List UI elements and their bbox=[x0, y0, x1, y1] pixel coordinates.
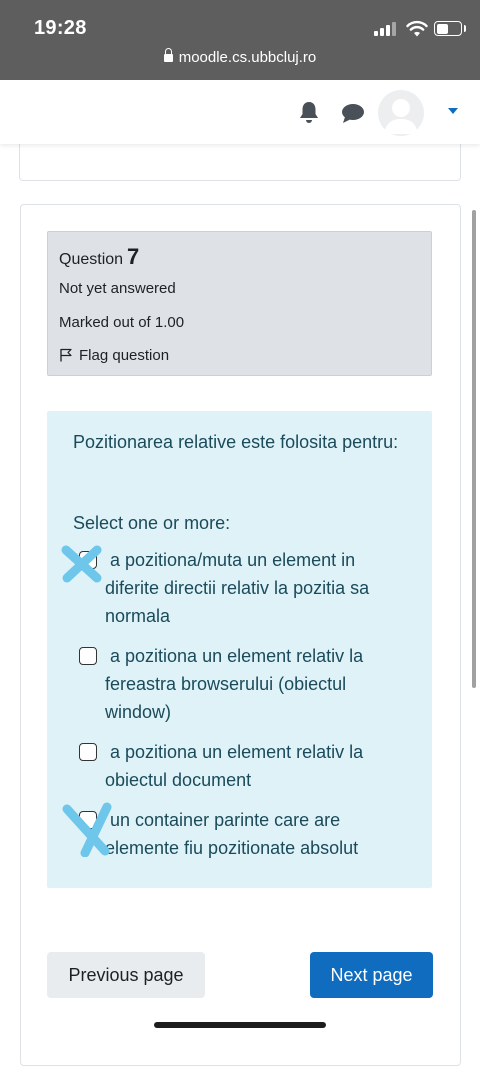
answer-option-label: a pozitiona un element relativ la fereas… bbox=[105, 646, 364, 722]
answer-prompt: Select one or more: bbox=[73, 513, 231, 533]
question-label: Question bbox=[59, 251, 124, 268]
bell-icon[interactable] bbox=[298, 100, 320, 124]
flag-icon bbox=[60, 348, 72, 362]
chevron-down-icon[interactable] bbox=[447, 107, 459, 115]
previous-page-button[interactable]: Previous page bbox=[47, 952, 205, 998]
chat-icon[interactable] bbox=[341, 102, 365, 124]
top-navbar bbox=[0, 80, 480, 144]
user-avatar[interactable] bbox=[378, 90, 424, 136]
cellular-signal-icon bbox=[374, 22, 398, 36]
battery-icon bbox=[434, 21, 466, 36]
url-text: moodle.cs.ubbcluj.ro bbox=[178, 49, 317, 66]
answer-checkbox[interactable] bbox=[79, 743, 97, 761]
system-icons bbox=[374, 20, 466, 40]
status-time: 19:28 bbox=[34, 17, 87, 39]
answer-option-label: a pozitiona/muta un element in diferite … bbox=[105, 550, 370, 626]
answer-option-label: un container parinte care are elemente f… bbox=[105, 810, 359, 858]
question-info-panel: Question 7 Not yet answered Marked out of… bbox=[47, 231, 432, 376]
next-page-button[interactable]: Next page bbox=[310, 952, 433, 998]
address-bar[interactable]: moodle.cs.ubbcluj.ro bbox=[0, 48, 480, 66]
scrollbar[interactable] bbox=[472, 210, 476, 688]
question-state: Not yet answered bbox=[59, 280, 176, 297]
question-grade: Marked out of 1.00 bbox=[59, 314, 185, 331]
question-text: Pozitionarea relative este folosita pent… bbox=[73, 432, 399, 452]
home-indicator bbox=[154, 1022, 326, 1028]
lock-icon bbox=[163, 48, 173, 62]
question-formulation: Pozitionarea relative este folosita pent… bbox=[47, 411, 432, 888]
question-number: 7 bbox=[127, 244, 140, 269]
answer-option-label: a pozitiona un element relativ la obiect… bbox=[105, 742, 364, 790]
flag-question-label: Flag question bbox=[79, 347, 170, 364]
answer-checkbox[interactable] bbox=[79, 647, 97, 665]
flag-question-link[interactable]: Flag question bbox=[59, 347, 169, 364]
question-number-line: Question 7 bbox=[59, 244, 139, 270]
answer-checkbox[interactable] bbox=[79, 811, 97, 829]
browser-status-bar: 19:28 moodle.cs.ubbcluj.ro bbox=[0, 0, 480, 80]
answer-checkbox[interactable] bbox=[79, 551, 97, 569]
wifi-icon bbox=[406, 20, 428, 37]
